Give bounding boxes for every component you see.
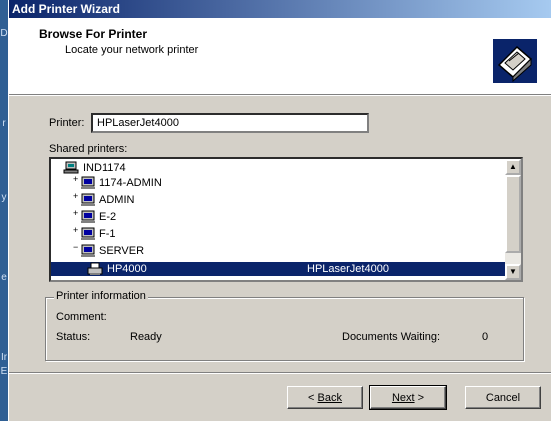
tree-item-server[interactable]: − SERVER [73,242,495,258]
tree-item-1174-admin[interactable]: + 1174-ADMIN [73,174,495,190]
collapse-minus-icon[interactable]: − [73,240,78,254]
computer-icon [81,193,95,206]
scroll-down-button[interactable]: ▼ [505,264,521,280]
group-title: Printer information [54,290,148,302]
status-value: Ready [130,331,162,343]
scroll-thumb[interactable] [505,175,521,253]
cancel-button[interactable]: Cancel [465,386,541,409]
tree-item-e-2[interactable]: + E-2 [73,208,495,224]
tree-item-label: 1174-ADMIN [99,177,162,189]
desktop-glyph: D [0,28,8,39]
tree-item-label: F-1 [99,228,116,240]
desktop-glyph: y [1,192,7,203]
status-label: Status: [56,331,91,343]
tree-item-comment: HPLaserJet4000 [307,263,389,275]
comment-label: Comment: [56,311,107,323]
header-divider [9,95,551,96]
window-title: Add Printer Wizard [12,2,120,16]
title-bar[interactable]: Add Printer Wizard [9,0,551,18]
printer-icon [87,262,103,275]
tree-scrollbar[interactable]: ▲ ▼ [505,159,521,280]
tree-item-hp4000[interactable]: HP4000 HPLaserJet4000 [51,262,507,276]
tree-item-label: E-2 [99,211,117,223]
tree-item-label: IND1174 [83,162,126,174]
expand-plus-icon[interactable]: + [73,206,78,220]
printer-wizard-icon [493,39,537,83]
shared-printers-tree[interactable]: IND1174 + 1174-ADMIN + ADMIN + E-2 + F-1… [49,157,523,282]
expand-plus-icon[interactable]: + [73,223,78,237]
printer-name-input[interactable] [91,113,369,133]
tree-item-label: HP4000 [107,263,147,275]
expand-plus-icon[interactable]: + [73,189,78,203]
documents-waiting-value: 0 [482,331,489,343]
computer-icon [81,176,95,189]
desktop-glyph: e [1,272,7,283]
back-button[interactable]: < Back [287,386,363,409]
documents-waiting-label: Documents Waiting: [342,331,441,343]
desktop-glyph: E [0,366,8,377]
page-subtitle: Locate your network printer [65,44,199,56]
shared-printers-label: Shared printers: [49,143,128,155]
desktop-background: D r y e Ir E [0,0,8,421]
page-title: Browse For Printer [39,27,148,41]
next-button[interactable]: Next > [369,385,447,410]
desktop-glyph: r [2,118,6,129]
add-printer-wizard-window: Add Printer Wizard Browse For Printer Lo… [8,0,551,421]
tree-item-admin[interactable]: + ADMIN [73,191,495,207]
computer-icon [81,210,95,223]
printer-label: Printer: [49,117,85,129]
tree-item-label: SERVER [99,245,145,257]
tree-item-ind1174[interactable]: IND1174 [63,161,503,175]
computer-icon [81,227,95,240]
computer-icon [81,244,95,257]
desktop-glyph: Ir [0,352,8,363]
footer-divider [9,372,551,374]
scroll-up-button[interactable]: ▲ [505,159,521,175]
expand-plus-icon[interactable]: + [73,172,78,186]
tree-item-f-1[interactable]: + F-1 [73,225,495,241]
printer-information-group: Printer information Comment: Status: Rea… [45,290,524,361]
tree-item-label: ADMIN [99,194,135,206]
